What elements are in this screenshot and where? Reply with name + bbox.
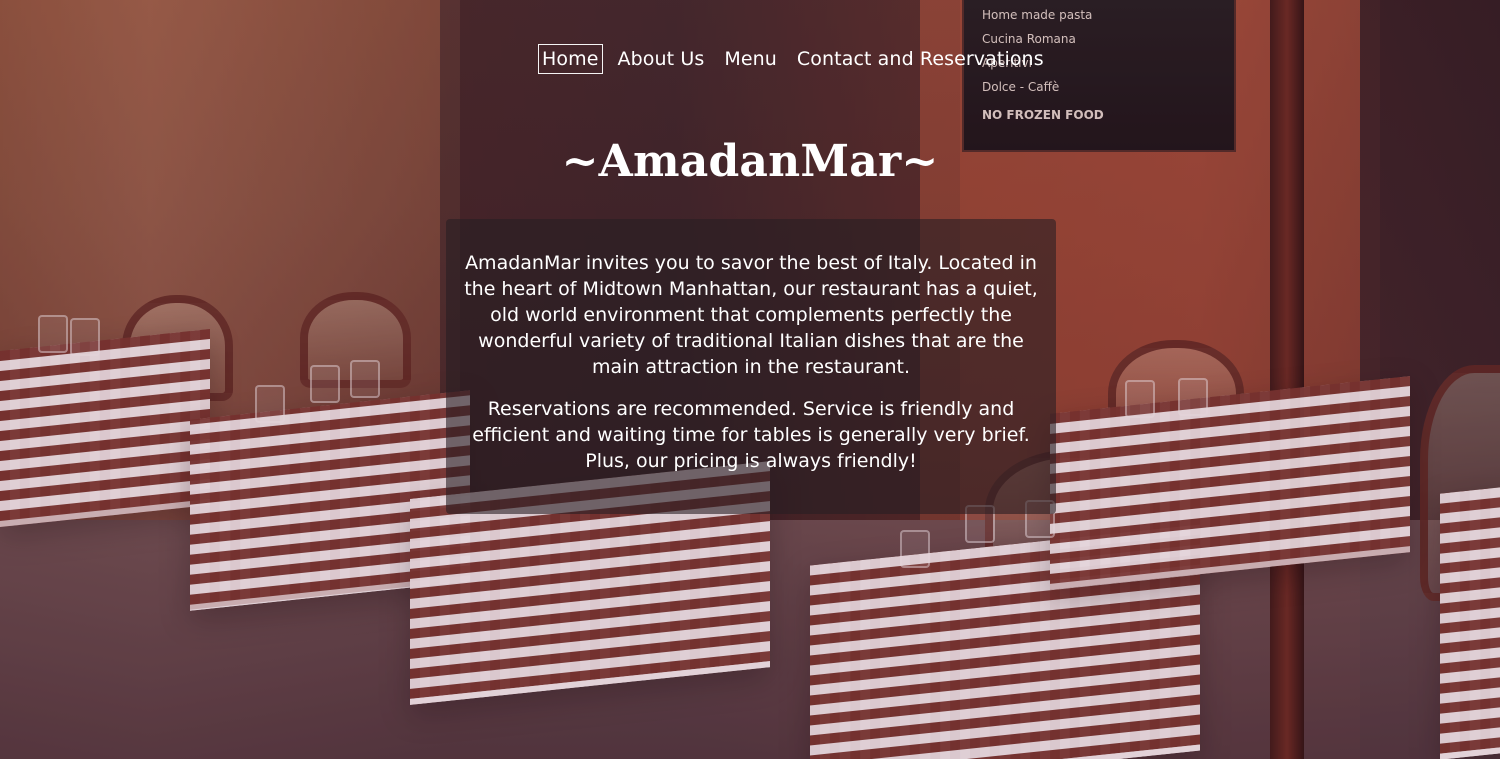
nav-contact-reservations[interactable]: Contact and Reservations [792, 44, 1049, 74]
nav-about-us[interactable]: About Us [613, 44, 710, 74]
intro-paragraph-2: Reservations are recommended. Service is… [472, 398, 1030, 472]
nav-menu[interactable]: Menu [719, 44, 782, 74]
nav-home[interactable]: Home [538, 44, 603, 74]
site-title: ~AmadanMar~ [561, 136, 939, 188]
intro-paragraph-1: AmadanMar invites you to savor the best … [464, 252, 1038, 378]
main-nav: Home About Us Menu Contact and Reservati… [538, 44, 1049, 74]
intro-panel: AmadanMar invites you to savor the best … [446, 219, 1056, 514]
intro-text: AmadanMar invites you to savor the best … [446, 250, 1056, 490]
